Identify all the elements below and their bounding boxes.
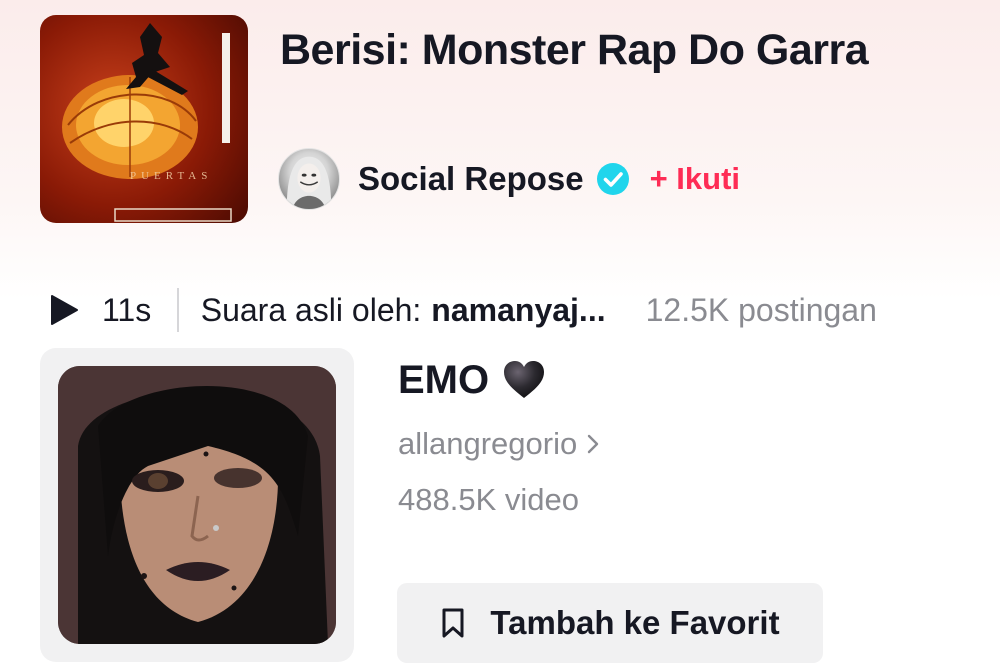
effect-thumbnail-frame[interactable] [40,348,354,662]
playlist-cover[interactable]: PUERTAS [40,15,248,223]
playlist-title: Berisi: Monster Rap Do Garra [280,26,869,74]
cover-caption: PUERTAS [130,170,213,182]
sound-row: 11s Suara asli oleh: namanyaj... 12.5K p… [46,287,986,333]
effect-author-name[interactable]: allangregorio [398,426,577,462]
effect-title-text: EMO [398,357,490,402]
play-icon[interactable] [46,293,80,327]
effect-thumbnail [58,366,336,644]
chevron-right-icon [585,433,601,455]
sound-name-link[interactable]: namanyaj... [431,292,605,329]
divider [177,288,179,332]
effect-video-count: 488.5K video [398,482,579,517]
cover-art [62,23,232,222]
avatar-image [286,156,332,209]
effect-author-link[interactable]: allangregorio [398,422,601,466]
follow-button[interactable]: + Ikuti [650,161,740,197]
sound-post-count: 12.5K postingan [645,291,877,328]
verified-badge-icon [596,162,630,196]
effect-title: EMO [398,355,547,405]
author-row: Social Repose + Ikuti [278,147,740,211]
bookmark-icon [440,607,466,639]
black-heart-icon [501,357,547,403]
sound-duration: 11s [102,291,152,328]
emo-face-image [58,366,336,644]
sound-prefix: Suara asli oleh: [200,291,422,328]
author-avatar[interactable] [278,148,340,210]
author-name[interactable]: Social Repose [358,160,584,198]
add-to-favorites-button[interactable]: Tambah ke Favorit [397,583,823,663]
add-to-favorites-label: Tambah ke Favorit [490,604,780,641]
